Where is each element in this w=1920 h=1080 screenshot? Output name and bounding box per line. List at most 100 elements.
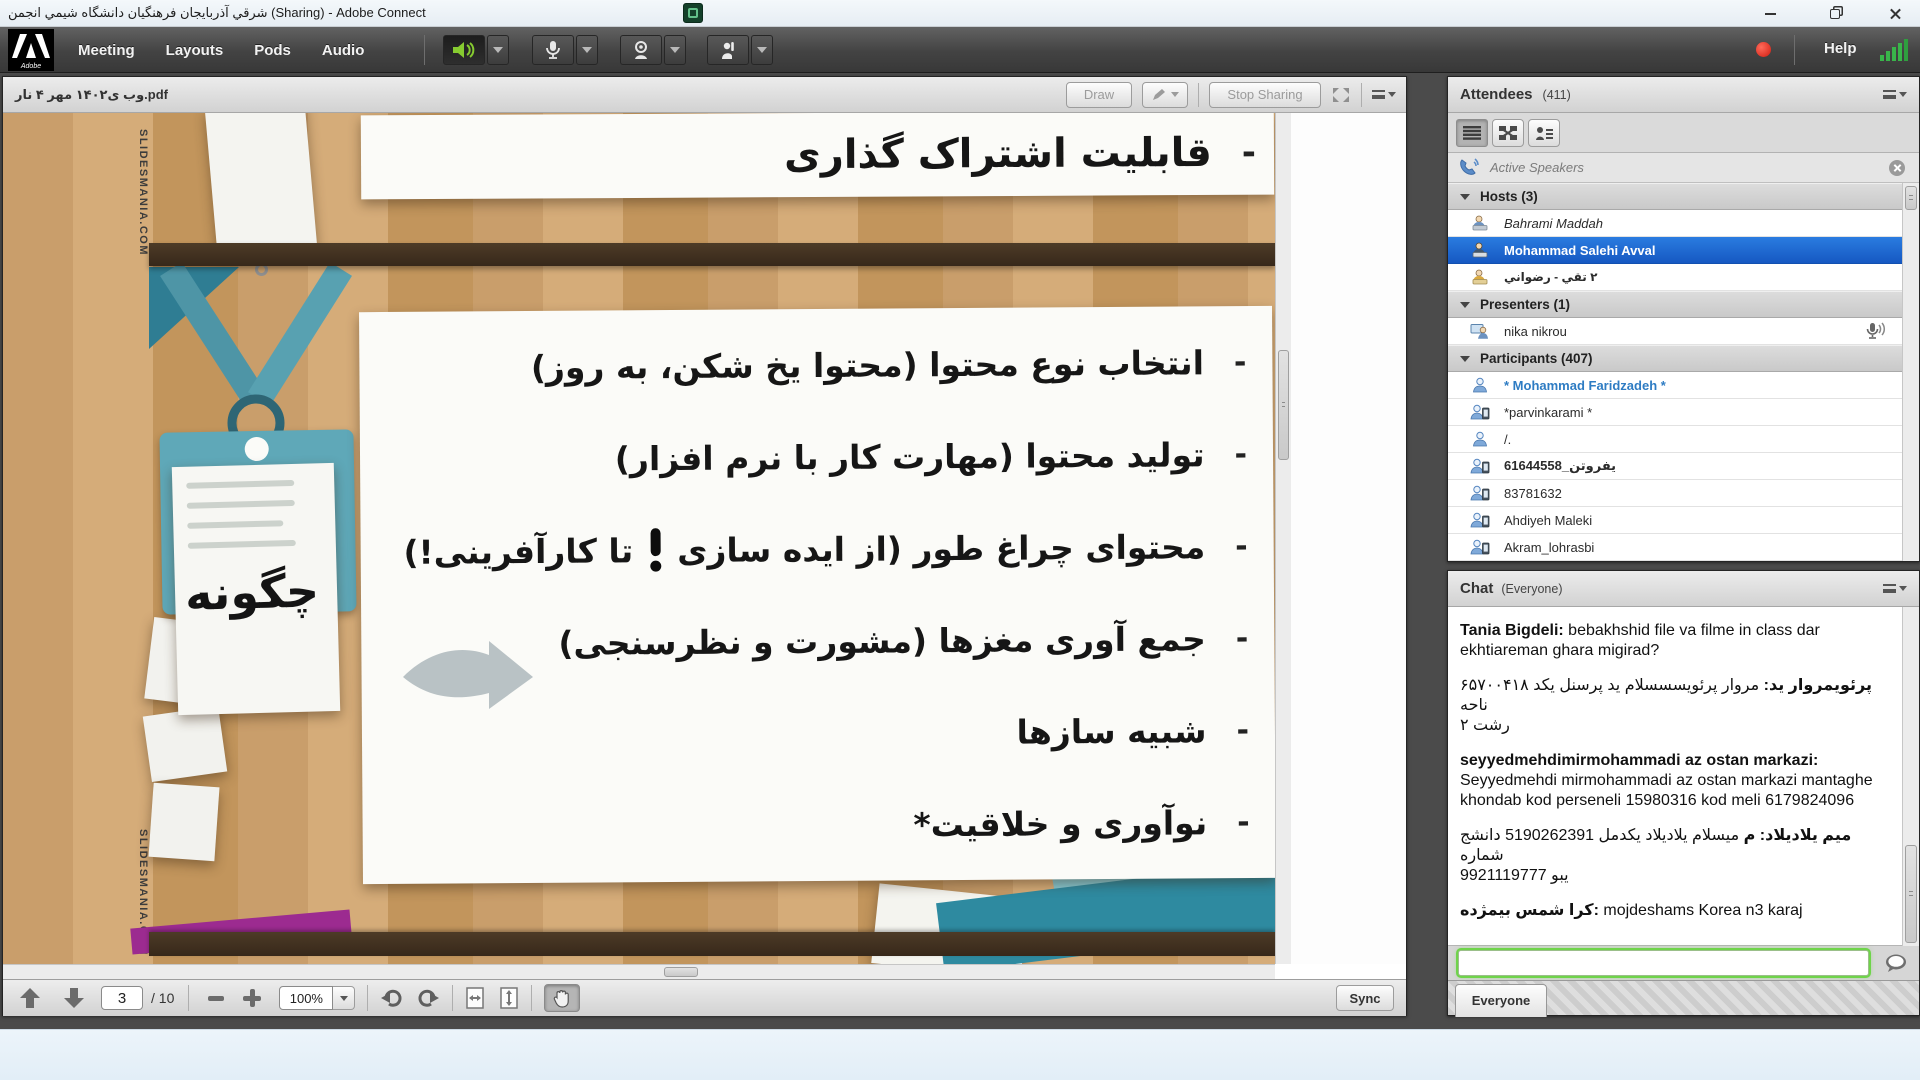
active-speakers-close-icon[interactable] [1889, 160, 1905, 176]
webcam-dropdown[interactable] [664, 35, 686, 65]
send-chat-button[interactable] [1879, 950, 1913, 976]
mic-icon [545, 40, 561, 60]
attendees-scrollbar[interactable] [1902, 183, 1919, 561]
chat-pod-menu-icon[interactable] [1883, 584, 1907, 593]
attendee-row[interactable]: 83781632 [1448, 480, 1902, 507]
host-icon [1470, 215, 1490, 231]
breakout-view-button[interactable] [1492, 119, 1524, 147]
fit-page-icon[interactable] [499, 986, 519, 1010]
attendee-name: Akram_lohrasbi [1504, 540, 1594, 555]
attendee-row[interactable]: /. [1448, 426, 1902, 453]
participants-section-header[interactable]: Participants (407) [1448, 345, 1902, 372]
page-number-input[interactable]: 3 [101, 986, 143, 1010]
draw-tool-dropdown[interactable] [1142, 82, 1188, 108]
slide-page: - انتخاب نوع محتوا (محتوا یخ شکن، به روز… [359, 306, 1275, 884]
document-vertical-scrollbar[interactable] [1275, 113, 1291, 964]
raise-hand-dropdown[interactable] [751, 35, 773, 65]
document-hscroll-thumb[interactable] [664, 967, 698, 977]
next-page-icon[interactable] [61, 987, 87, 1009]
attendee-row[interactable]: Ahdiyeh Maleki [1448, 507, 1902, 534]
app-icon [683, 3, 703, 23]
webcam-button[interactable] [620, 35, 662, 65]
zoom-level-value: 100% [279, 986, 333, 1010]
zoom-level-dropdown[interactable] [333, 986, 355, 1010]
chat-scrollbar[interactable] [1902, 607, 1919, 946]
redo-icon[interactable] [416, 988, 440, 1008]
attendee-name: *parvinkarami * [1504, 405, 1592, 420]
zoom-out-icon[interactable] [203, 996, 229, 1001]
arrow-right-icon [401, 639, 537, 713]
minimize-button[interactable] [1747, 5, 1793, 23]
attendee-name: 83781632 [1504, 486, 1562, 501]
maximize-button[interactable] [1812, 5, 1858, 23]
undo-icon[interactable] [380, 988, 404, 1008]
attendees-pod-menu-icon[interactable] [1883, 90, 1907, 99]
slide-top-fragment: - قابلیت اشتراک گذاری [361, 113, 1274, 199]
raise-hand-icon [718, 40, 738, 60]
attendee-name: Bahrami Maddah [1504, 216, 1603, 231]
attendee-row-selected[interactable]: Mohammad Salehi Avval [1448, 237, 1902, 264]
pdf-document-view: SLIDESMANIA.COM SLIDESMANIA.COM - قابلیت… [3, 113, 1275, 964]
chat-message-list[interactable]: Tania Bigdeli: bebakhshid file va filme … [1448, 607, 1902, 946]
attendees-title: Attendees [1460, 86, 1533, 103]
breakout-icon [1499, 126, 1517, 140]
menu-audio[interactable]: Audio [320, 42, 367, 59]
share-pod-header: وب ی۱۴۰۲ مهر ۴ نار.pdf Draw Stop Sharing [3, 77, 1406, 113]
attendee-row[interactable]: 61644558_یفروتن [1448, 453, 1902, 480]
participant-mobile-icon [1470, 512, 1490, 528]
hand-tool-button[interactable] [544, 984, 580, 1012]
chat-header: Chat (Everyone) [1448, 571, 1919, 607]
presenters-section-header[interactable]: Presenters (1) [1448, 291, 1902, 318]
attendee-row[interactable]: * Mohammad Faridzadeh * [1448, 372, 1902, 399]
attendee-name: 61644558_یفروتن [1504, 458, 1616, 474]
attendee-row[interactable]: ۲ تقي - رضواني [1448, 264, 1902, 291]
slide-bullet-5: شبیه سازها [1016, 711, 1206, 751]
attendee-row[interactable]: *parvinkarami * [1448, 399, 1902, 426]
chat-sender: پرئویمروار ید: [1764, 677, 1872, 694]
menu-pods[interactable]: Pods [252, 42, 293, 59]
document-horizontal-scrollbar[interactable] [3, 964, 1275, 979]
previous-page-icon[interactable] [17, 987, 43, 1009]
status-view-button[interactable] [1528, 119, 1560, 147]
slide-bullet-3b: تا کارآفرینی!) [403, 531, 633, 572]
webcam-icon [632, 40, 650, 60]
participant-mobile-icon [1470, 539, 1490, 555]
raise-hand-button[interactable] [707, 35, 749, 65]
active-speakers-label: Active Speakers [1490, 160, 1584, 175]
attendee-row[interactable]: Bahrami Maddah [1448, 210, 1902, 237]
chat-tab-everyone[interactable]: Everyone [1455, 984, 1547, 1017]
mic-dropdown[interactable] [576, 35, 598, 65]
draw-button[interactable]: Draw [1066, 82, 1132, 108]
menu-meeting[interactable]: Meeting [76, 42, 137, 59]
close-icon[interactable] [1872, 5, 1918, 23]
attendee-row[interactable]: Akram_lohrasbi [1448, 534, 1902, 561]
host-away-icon [1470, 269, 1490, 285]
chat-title: Chat [1460, 580, 1493, 597]
slide-bullet-4: جمع آوری مغزها (مشورت و نظرسنجی) [558, 619, 1206, 663]
slide-top-title: قابلیت اشتراک گذاری [784, 130, 1212, 178]
chat-scroll-thumb[interactable] [1905, 845, 1917, 943]
chat-input[interactable] [1458, 950, 1869, 976]
paper-scrap [143, 706, 227, 782]
attendee-list-view-button[interactable] [1456, 119, 1488, 147]
stop-sharing-button[interactable]: Stop Sharing [1209, 82, 1321, 108]
zoom-in-icon[interactable] [239, 996, 265, 1001]
speaker-button[interactable] [443, 35, 485, 65]
chat-sender: میم یلادیلاد: م [1744, 827, 1852, 844]
mic-button[interactable] [532, 35, 574, 65]
share-pod-menu-icon[interactable] [1372, 90, 1396, 99]
attendee-row[interactable]: nika nikrou [1448, 318, 1902, 345]
menu-layouts[interactable]: Layouts [164, 42, 226, 59]
chat-input-row [1448, 946, 1919, 980]
fullscreen-icon[interactable] [1331, 86, 1351, 104]
hosts-section-header[interactable]: Hosts (3) [1448, 183, 1902, 210]
attendee-name: Ahdiyeh Maleki [1504, 513, 1592, 528]
host-icon [1470, 242, 1490, 258]
sync-button[interactable]: Sync [1336, 985, 1394, 1011]
speaker-dropdown[interactable] [487, 35, 509, 65]
document-vscroll-thumb[interactable] [1278, 350, 1289, 460]
fit-width-icon[interactable] [465, 986, 485, 1010]
attendees-scroll-thumb[interactable] [1905, 186, 1917, 210]
chat-message: Tania Bigdeli: bebakhshid file va filme … [1460, 621, 1890, 661]
menu-help[interactable]: Help [1822, 40, 1859, 57]
